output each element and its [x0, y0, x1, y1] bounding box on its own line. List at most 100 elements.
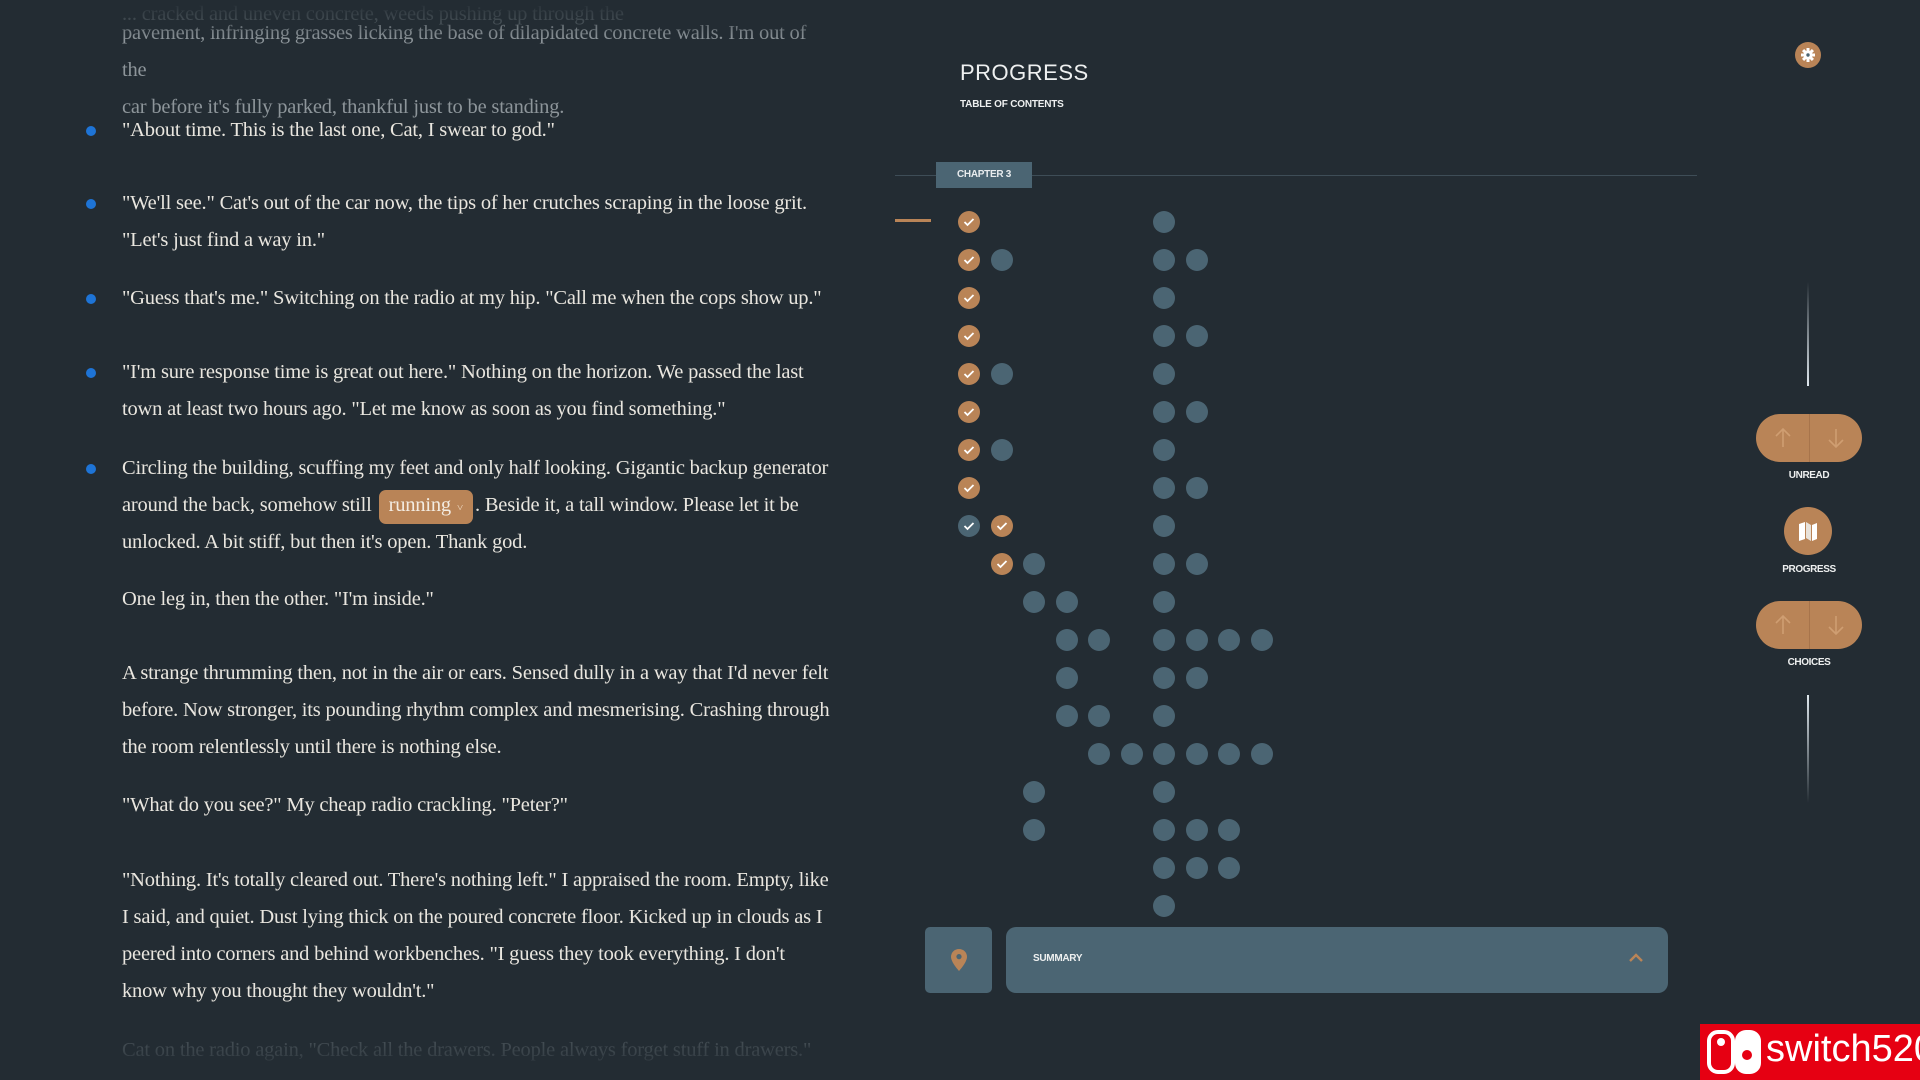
unread-label: UNREAD — [1788, 470, 1830, 481]
progress-node-unvisited[interactable] — [1023, 781, 1045, 803]
progress-node-unvisited[interactable] — [1153, 629, 1175, 651]
settings-button[interactable] — [1795, 42, 1821, 68]
story-paragraph: Circling the building, scuffing my feet … — [122, 450, 832, 561]
watermark-text: switch520 — [1766, 1028, 1920, 1070]
story-pane: ... cracked and uneven concrete, weeds p… — [0, 0, 860, 1080]
progress-node-unvisited[interactable] — [1153, 705, 1175, 727]
chevron-up-icon[interactable] — [1628, 951, 1644, 963]
inline-choice-dropdown[interactable]: running ˅ — [378, 490, 473, 524]
progress-node-unvisited[interactable] — [1153, 515, 1175, 537]
unread-bullet — [86, 199, 96, 209]
unread-bullet — [86, 368, 96, 378]
progress-node-unvisited[interactable] — [1153, 363, 1175, 385]
progress-node-unvisited[interactable] — [1153, 249, 1175, 271]
progress-node-unvisited[interactable] — [1250, 743, 1273, 765]
unread-navigator — [1756, 414, 1862, 462]
choices-next-button[interactable] — [1809, 601, 1862, 649]
progress-node-unvisited[interactable] — [1218, 743, 1240, 765]
arrow-up-icon — [1775, 427, 1791, 447]
progress-node-unvisited[interactable] — [1153, 211, 1175, 233]
progress-node-unvisited[interactable] — [1055, 705, 1078, 727]
progress-node-unvisited[interactable] — [1023, 591, 1045, 613]
story-paragraph: One leg in, then the other. "I'm inside.… — [122, 588, 434, 610]
checkmark-icon — [963, 484, 975, 493]
unread-next-button[interactable] — [1809, 414, 1862, 462]
progress-node-done[interactable] — [990, 553, 1013, 575]
progress-node-unvisited[interactable] — [1153, 477, 1175, 499]
progress-node-unvisited[interactable] — [1185, 667, 1208, 689]
progress-node-unvisited[interactable] — [1023, 553, 1045, 575]
checkmark-icon — [963, 522, 975, 531]
watermark: switch520 — [1700, 1024, 1920, 1080]
progress-node-unvisited[interactable] — [1185, 325, 1208, 347]
panel-title: PROGRESS — [960, 60, 1089, 85]
progress-node-unvisited[interactable] — [1055, 591, 1078, 613]
progress-node-done[interactable] — [958, 363, 980, 385]
progress-node-unvisited[interactable] — [990, 363, 1013, 385]
choice-value: running — [388, 494, 452, 516]
progress-node-unvisited[interactable] — [1185, 401, 1208, 423]
progress-node-unvisited[interactable] — [1153, 591, 1175, 613]
progress-node-done[interactable] — [990, 515, 1013, 537]
progress-node-unvisited[interactable] — [1153, 401, 1175, 423]
arrow-down-icon — [1828, 616, 1844, 636]
progress-node-unvisited[interactable] — [1120, 743, 1143, 765]
location-button[interactable] — [925, 927, 992, 993]
progress-node-unvisited[interactable] — [1153, 857, 1175, 879]
progress-node-unvisited[interactable] — [1153, 439, 1175, 461]
story-paragraph: "Guess that's me." Switching on the radi… — [122, 287, 822, 309]
progress-node-unvisited[interactable] — [1218, 819, 1240, 841]
checkmark-icon — [996, 560, 1007, 569]
progress-node-done[interactable] — [958, 249, 980, 271]
arrow-down-icon — [1828, 429, 1844, 449]
progress-node-unvisited[interactable] — [1153, 781, 1175, 803]
choices-previous-button[interactable] — [1756, 601, 1810, 649]
progress-node-unvisited[interactable] — [1055, 667, 1078, 689]
progress-node-read[interactable] — [958, 515, 980, 537]
progress-node-unvisited[interactable] — [1153, 287, 1175, 309]
checkmark-icon — [963, 408, 975, 417]
checkmark-icon — [963, 446, 975, 455]
progress-button[interactable] — [1784, 507, 1832, 555]
progress-node-unvisited[interactable] — [1153, 325, 1175, 347]
progress-node-done[interactable] — [958, 477, 980, 499]
progress-node-unvisited[interactable] — [1055, 629, 1078, 651]
progress-node-done[interactable] — [958, 287, 980, 309]
progress-node-unvisited[interactable] — [1185, 477, 1208, 499]
progress-node-done[interactable] — [958, 439, 980, 461]
summary-panel[interactable]: SUMMARY — [1006, 927, 1668, 993]
unread-previous-button[interactable] — [1756, 414, 1810, 462]
checkmark-icon — [963, 218, 975, 227]
progress-node-unvisited[interactable] — [990, 249, 1013, 271]
map-pin-icon — [951, 949, 967, 971]
progress-node-unvisited[interactable] — [1023, 819, 1045, 841]
progress-node-unvisited[interactable] — [1088, 743, 1110, 765]
progress-node-done[interactable] — [958, 401, 980, 423]
story-paragraph: "What do you see?" My cheap radio crackl… — [122, 794, 568, 816]
progress-node-done[interactable] — [958, 325, 980, 347]
progress-node-unvisited[interactable] — [1250, 629, 1273, 651]
chapter-tab[interactable]: CHAPTER 3 — [936, 162, 1032, 188]
progress-node-unvisited[interactable] — [1153, 667, 1175, 689]
map-icon — [1799, 522, 1817, 541]
progress-node-unvisited[interactable] — [1088, 629, 1110, 651]
choices-label: CHOICES — [1787, 657, 1831, 668]
story-fade-top — [0, 0, 860, 40]
progress-node-unvisited[interactable] — [1185, 819, 1208, 841]
progress-node-unvisited[interactable] — [1153, 819, 1175, 841]
progress-node-unvisited[interactable] — [1185, 249, 1208, 271]
progress-node-unvisited[interactable] — [1153, 743, 1175, 765]
checkmark-icon — [963, 370, 975, 379]
progress-node-unvisited[interactable] — [1185, 553, 1208, 575]
progress-node-unvisited[interactable] — [1218, 629, 1240, 651]
progress-node-unvisited[interactable] — [1185, 857, 1208, 879]
progress-node-unvisited[interactable] — [1185, 629, 1208, 651]
progress-node-done[interactable] — [958, 211, 980, 233]
progress-node-unvisited[interactable] — [1153, 553, 1175, 575]
choices-navigator — [1756, 601, 1862, 649]
progress-node-unvisited[interactable] — [1185, 743, 1208, 765]
progress-node-unvisited[interactable] — [990, 439, 1013, 461]
progress-node-unvisited[interactable] — [1088, 705, 1110, 727]
progress-node-unvisited[interactable] — [1153, 895, 1175, 917]
progress-node-unvisited[interactable] — [1218, 857, 1240, 879]
